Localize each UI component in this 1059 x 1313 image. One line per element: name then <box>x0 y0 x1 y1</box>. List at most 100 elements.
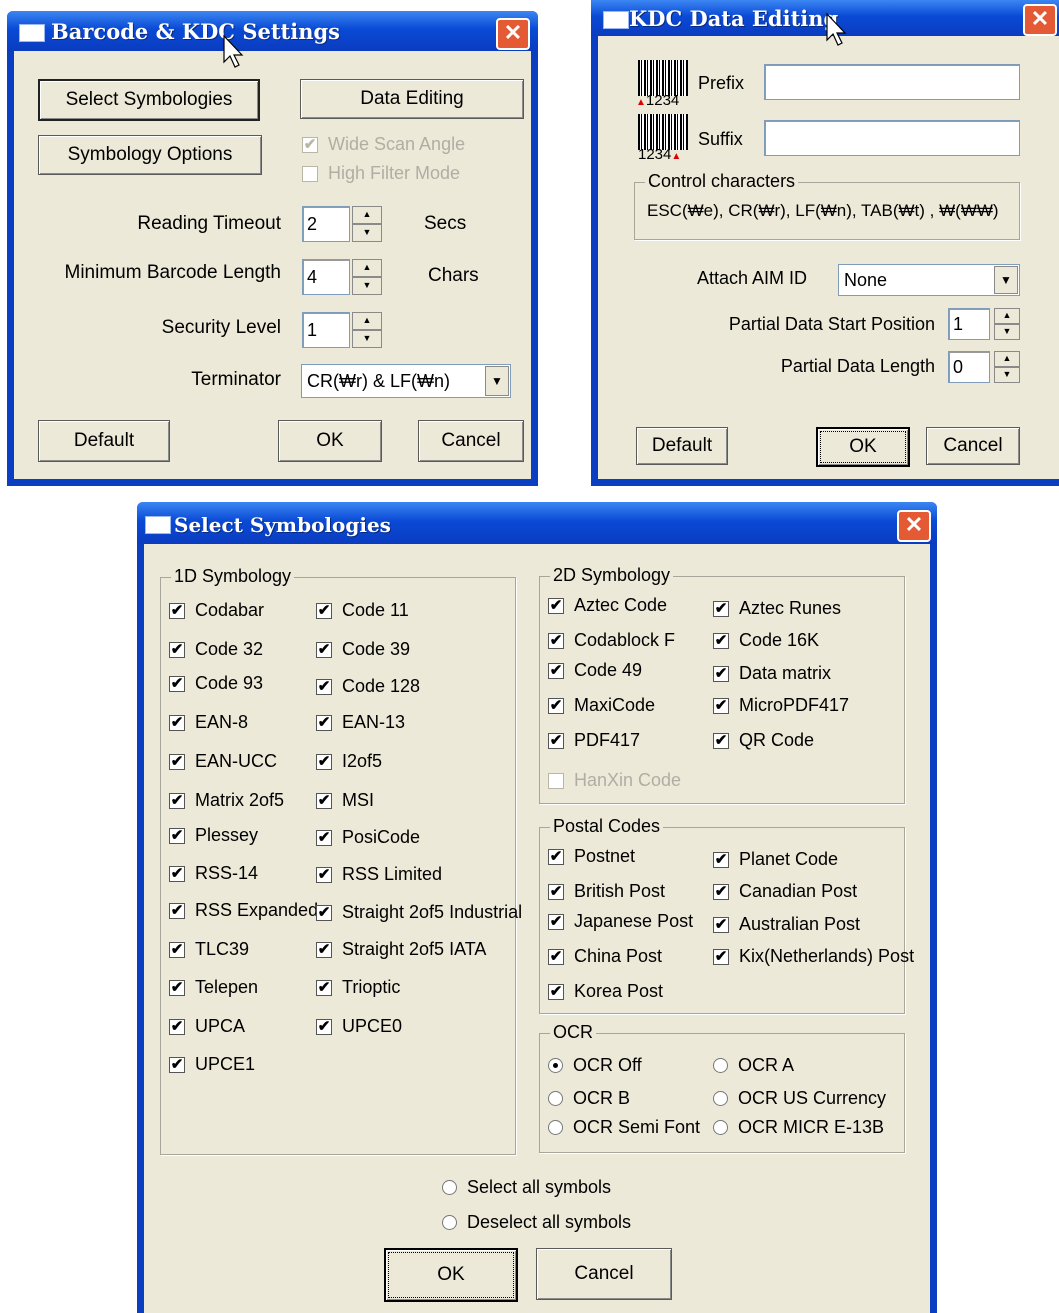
code-16k-checkbox[interactable]: ✔ Code 16K <box>713 630 819 651</box>
code-49-checkbox[interactable]: ✔ Code 49 <box>548 660 642 681</box>
spin-up-icon[interactable]: ▲ <box>994 308 1020 324</box>
code-128-checkbox[interactable]: ✔ Code 128 <box>316 676 420 697</box>
hanxin-code-checkbox[interactable]: HanXin Code <box>548 770 681 791</box>
ok-button[interactable]: OK <box>816 427 910 467</box>
spin-down-icon[interactable]: ▼ <box>352 330 382 348</box>
aztec-code-checkbox[interactable]: ✔ Aztec Code <box>548 595 667 616</box>
high-filter-mode-checkbox[interactable]: High Filter Mode <box>302 163 460 184</box>
ocr-off-radio[interactable]: OCR Off <box>548 1055 642 1076</box>
check-icon: ✔ <box>316 865 332 883</box>
maxicode-checkbox[interactable]: ✔ MaxiCode <box>548 695 655 716</box>
spin-up-icon[interactable]: ▲ <box>994 351 1020 367</box>
security-level-spinner[interactable]: 1 ▲ ▼ <box>302 312 382 348</box>
upca-checkbox[interactable]: ✔ UPCA <box>169 1016 245 1037</box>
upce1-checkbox[interactable]: ✔ UPCE1 <box>169 1054 255 1075</box>
close-button[interactable]: ✕ <box>496 18 530 50</box>
wide-scan-angle-checkbox[interactable]: ✔ Wide Scan Angle <box>302 134 465 155</box>
pdf417-checkbox[interactable]: ✔ PDF417 <box>548 730 640 751</box>
close-button[interactable]: ✕ <box>1023 4 1057 36</box>
upce0-checkbox[interactable]: ✔ UPCE0 <box>316 1016 402 1037</box>
partial-length-spinner[interactable]: 0 ▲ ▼ <box>948 351 1020 383</box>
codabar-checkbox[interactable]: ✔ Codabar <box>169 600 264 621</box>
data-editing-button[interactable]: Data Editing <box>300 79 524 119</box>
symbology-options-button[interactable]: Symbology Options <box>38 135 262 175</box>
select-symbologies-button[interactable]: Select Symbologies <box>38 79 260 121</box>
ocr-b-radio[interactable]: OCR B <box>548 1088 630 1109</box>
cancel-button[interactable]: Cancel <box>926 427 1020 465</box>
suffix-input[interactable] <box>764 120 1020 156</box>
trioptic-checkbox[interactable]: ✔ Trioptic <box>316 977 400 998</box>
terminator-select[interactable]: CR(₩r) & LF(₩n) ▼ <box>301 364 511 398</box>
straight-2of5-iata-checkbox[interactable]: ✔ Straight 2of5 IATA <box>316 939 486 960</box>
title-bar[interactable]: KDC Data Editing ✕ <box>591 0 1059 36</box>
security-level-value[interactable]: 1 <box>302 312 350 348</box>
chevron-down-icon[interactable]: ▼ <box>994 266 1018 294</box>
min-length-spinner[interactable]: 4 ▲ ▼ <box>302 259 382 295</box>
rss-limited-checkbox[interactable]: ✔ RSS Limited <box>316 864 442 885</box>
ocr-semi-font-radio[interactable]: OCR Semi Font <box>548 1117 700 1138</box>
default-button[interactable]: Default <box>38 420 170 462</box>
chevron-down-icon[interactable]: ▼ <box>485 366 509 396</box>
planet-code-checkbox[interactable]: ✔ Planet Code <box>713 849 838 870</box>
australian-post-checkbox[interactable]: ✔ Australian Post <box>713 914 860 935</box>
kix-netherlands-post-checkbox[interactable]: ✔ Kix(Netherlands) Post <box>713 946 914 967</box>
spin-down-icon[interactable]: ▼ <box>352 224 382 242</box>
straight-2of5-industrial-checkbox[interactable]: ✔ Straight 2of5 Industrial <box>316 902 522 923</box>
select-all-radio[interactable]: Select all symbols <box>442 1177 611 1198</box>
telepen-checkbox[interactable]: ✔ Telepen <box>169 977 258 998</box>
code-93-checkbox[interactable]: ✔ Code 93 <box>169 673 263 694</box>
i2of5-checkbox[interactable]: ✔ I2of5 <box>316 751 382 772</box>
rss-expanded-checkbox[interactable]: ✔ RSS Expanded <box>169 900 318 921</box>
korea-post-checkbox[interactable]: ✔ Korea Post <box>548 981 663 1002</box>
qr-code-checkbox[interactable]: ✔ QR Code <box>713 730 814 751</box>
cancel-button[interactable]: Cancel <box>418 420 524 462</box>
spin-down-icon[interactable]: ▼ <box>994 367 1020 383</box>
default-button[interactable]: Default <box>636 427 728 465</box>
aztec-runes-checkbox[interactable]: ✔ Aztec Runes <box>713 598 841 619</box>
matrix-2of5-checkbox[interactable]: ✔ Matrix 2of5 <box>169 790 284 811</box>
title-bar[interactable]: Select Symbologies ✕ <box>137 502 937 544</box>
reading-timeout-value[interactable]: 2 <box>302 206 350 242</box>
prefix-input[interactable] <box>764 64 1020 100</box>
codablock-f-checkbox[interactable]: ✔ Codablock F <box>548 630 675 651</box>
aim-id-select[interactable]: None ▼ <box>838 264 1020 296</box>
partial-start-value[interactable]: 1 <box>948 308 990 340</box>
ocr-micr-e-13b-radio[interactable]: OCR MICR E-13B <box>713 1117 884 1138</box>
postnet-checkbox[interactable]: ✔ Postnet <box>548 846 635 867</box>
code-11-checkbox[interactable]: ✔ Code 11 <box>316 600 409 621</box>
partial-start-spinner[interactable]: 1 ▲ ▼ <box>948 308 1020 340</box>
close-button[interactable]: ✕ <box>897 510 931 542</box>
code-32-checkbox[interactable]: ✔ Code 32 <box>169 639 263 660</box>
plessey-checkbox[interactable]: ✔ Plessey <box>169 825 258 846</box>
posicode-checkbox[interactable]: ✔ PosiCode <box>316 827 420 848</box>
ok-button[interactable]: OK <box>278 420 382 462</box>
canadian-post-checkbox[interactable]: ✔ Canadian Post <box>713 881 857 902</box>
title-bar[interactable]: Barcode & KDC Settings ✕ <box>7 11 538 51</box>
spin-up-icon[interactable]: ▲ <box>352 259 382 277</box>
british-post-checkbox[interactable]: ✔ British Post <box>548 881 665 902</box>
china-post-checkbox[interactable]: ✔ China Post <box>548 946 662 967</box>
spin-up-icon[interactable]: ▲ <box>352 206 382 224</box>
data-matrix-checkbox[interactable]: ✔ Data matrix <box>713 663 831 684</box>
ok-button[interactable]: OK <box>384 1248 518 1302</box>
japanese-post-checkbox[interactable]: ✔ Japanese Post <box>548 911 693 932</box>
spin-down-icon[interactable]: ▼ <box>352 277 382 295</box>
spin-up-icon[interactable]: ▲ <box>352 312 382 330</box>
reading-timeout-spinner[interactable]: 2 ▲ ▼ <box>302 206 382 242</box>
spin-down-icon[interactable]: ▼ <box>994 324 1020 340</box>
ean-8-checkbox[interactable]: ✔ EAN-8 <box>169 712 248 733</box>
rss-14-checkbox[interactable]: ✔ RSS-14 <box>169 863 258 884</box>
ean-13-checkbox[interactable]: ✔ EAN-13 <box>316 712 405 733</box>
codabar-label: Codabar <box>195 600 265 620</box>
code-39-checkbox[interactable]: ✔ Code 39 <box>316 639 410 660</box>
ocr-a-radio[interactable]: OCR A <box>713 1055 794 1076</box>
tlc39-checkbox[interactable]: ✔ TLC39 <box>169 939 249 960</box>
ean-ucc-checkbox[interactable]: ✔ EAN-UCC <box>169 751 277 772</box>
ocr-us-currency-radio[interactable]: OCR US Currency <box>713 1088 886 1109</box>
partial-length-value[interactable]: 0 <box>948 351 990 383</box>
deselect-all-radio[interactable]: Deselect all symbols <box>442 1212 631 1233</box>
cancel-button[interactable]: Cancel <box>536 1248 672 1300</box>
micropdf417-checkbox[interactable]: ✔ MicroPDF417 <box>713 695 849 716</box>
msi-checkbox[interactable]: ✔ MSI <box>316 790 374 811</box>
min-length-value[interactable]: 4 <box>302 259 350 295</box>
